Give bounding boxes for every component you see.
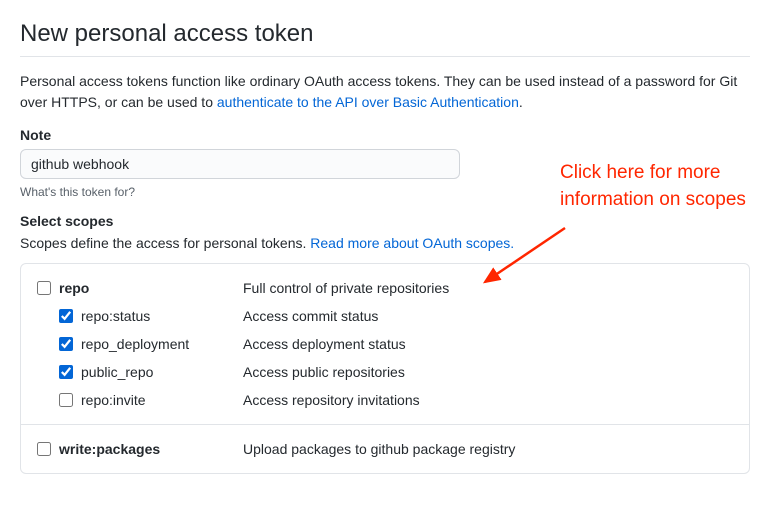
scopes-desc-text: Scopes define the access for personal to… bbox=[20, 235, 310, 251]
scope-row-repo-deployment: repo_deployment Access deployment status bbox=[33, 330, 737, 358]
scope-row-public-repo: public_repo Access public repositories bbox=[33, 358, 737, 386]
page-title: New personal access token bbox=[20, 20, 750, 57]
scopes-label: Select scopes bbox=[20, 213, 750, 229]
scope-row-repo-status: repo:status Access commit status bbox=[33, 302, 737, 330]
scope-group-repo: repo Full control of private repositorie… bbox=[21, 264, 749, 425]
note-label: Note bbox=[20, 127, 750, 143]
scope-checkbox-repo-invite[interactable] bbox=[59, 393, 73, 407]
note-input[interactable] bbox=[20, 149, 460, 179]
scope-desc-public-repo: Access public repositories bbox=[243, 364, 405, 380]
scope-checkbox-repo-status[interactable] bbox=[59, 309, 73, 323]
scope-checkbox-public-repo[interactable] bbox=[59, 365, 73, 379]
scope-row-repo-invite: repo:invite Access repository invitation… bbox=[33, 386, 737, 414]
scope-desc-write-packages: Upload packages to github package regist… bbox=[243, 441, 515, 457]
scope-name-repo-status: repo:status bbox=[81, 308, 150, 324]
scope-row-repo: repo Full control of private repositorie… bbox=[33, 274, 737, 302]
scope-checkbox-repo-deployment[interactable] bbox=[59, 337, 73, 351]
scope-name-repo-deployment: repo_deployment bbox=[81, 336, 189, 352]
scope-name-repo-invite: repo:invite bbox=[81, 392, 146, 408]
intro-paragraph: Personal access tokens function like ord… bbox=[20, 71, 750, 113]
scope-desc-repo-deployment: Access deployment status bbox=[243, 336, 406, 352]
scope-desc-repo: Full control of private repositories bbox=[243, 280, 449, 296]
annotation-text: Click here for more information on scope… bbox=[560, 160, 760, 213]
scope-name-public-repo: public_repo bbox=[81, 364, 153, 380]
scope-group-write-packages: write:packages Upload packages to github… bbox=[21, 425, 749, 473]
intro-auth-link[interactable]: authenticate to the API over Basic Authe… bbox=[217, 94, 519, 110]
scopes-description: Scopes define the access for personal to… bbox=[20, 235, 750, 251]
scope-name-repo: repo bbox=[59, 280, 89, 296]
scope-checkbox-write-packages[interactable] bbox=[37, 442, 51, 456]
scopes-read-more-link[interactable]: Read more about OAuth scopes. bbox=[310, 235, 514, 251]
scope-row-write-packages: write:packages Upload packages to github… bbox=[33, 435, 737, 463]
scope-desc-repo-status: Access commit status bbox=[243, 308, 378, 324]
scope-checkbox-repo[interactable] bbox=[37, 281, 51, 295]
scopes-box: repo Full control of private repositorie… bbox=[20, 263, 750, 474]
scope-desc-repo-invite: Access repository invitations bbox=[243, 392, 420, 408]
scope-name-write-packages: write:packages bbox=[59, 441, 160, 457]
